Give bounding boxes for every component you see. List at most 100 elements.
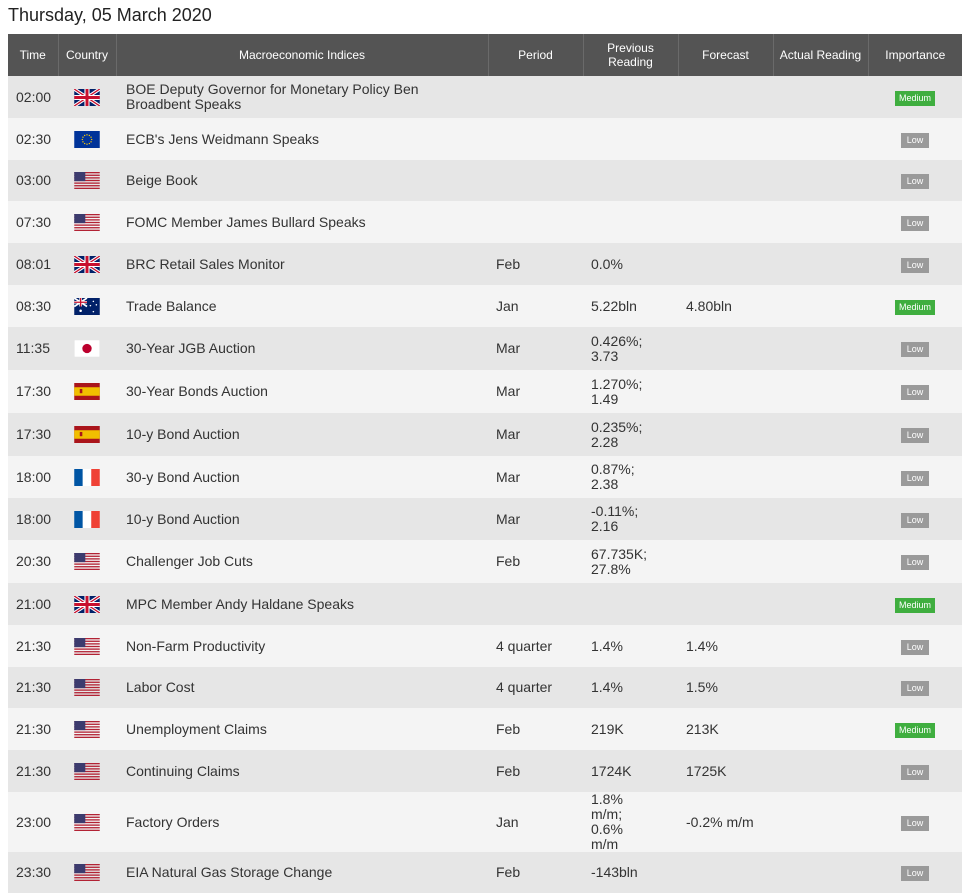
header-time: Time: [8, 34, 59, 76]
previous-value: 1.4%: [591, 679, 623, 695]
time-cell: 23:30: [8, 852, 58, 893]
country-cell: [58, 327, 116, 370]
importance-cell: Low: [868, 243, 962, 285]
forecast-cell: [678, 327, 773, 370]
event-label: Continuing Claims: [126, 762, 240, 779]
country-cell: [58, 285, 116, 327]
event-name: Trade Balance: [116, 285, 488, 327]
importance-cell: Low: [868, 118, 962, 160]
event-label: 30-y Bond Auction: [126, 468, 240, 485]
forecast-cell: 4.80bln: [678, 285, 773, 327]
country-cell: [58, 750, 116, 792]
au-flag-icon: [74, 297, 100, 315]
importance-badge: Low: [901, 385, 929, 400]
us-flag-icon: [74, 813, 100, 831]
importance-badge: Low: [901, 512, 929, 528]
actual-cell: [773, 852, 868, 893]
forecast-cell: [678, 540, 773, 583]
country-cell: [58, 76, 116, 118]
importance-badge: Low: [901, 470, 929, 486]
forecast-cell: [678, 243, 773, 285]
country-cell: [58, 201, 116, 243]
importance-cell: Low: [868, 327, 962, 370]
us-flag-icon: [74, 637, 100, 655]
importance-badge: Low: [901, 639, 929, 655]
previous-cell: [583, 160, 678, 201]
importance-cell: Medium: [868, 285, 962, 327]
forecast-cell: 1725K: [678, 750, 773, 792]
time-cell: 03:00: [8, 160, 58, 201]
previous-value: -0.11%; 2.16: [591, 503, 639, 534]
event-label: ECB's Jens Weidmann Speaks: [126, 130, 320, 147]
event-name: Labor Cost: [116, 667, 488, 708]
previous-cell: [583, 583, 678, 625]
country-cell: [58, 792, 116, 852]
actual-cell: [773, 498, 868, 540]
previous-cell: 0.0%: [583, 243, 678, 285]
previous-value: 0.87%; 2.38: [591, 461, 635, 492]
actual-cell: [773, 327, 868, 370]
country-cell: [58, 625, 116, 667]
importance-cell: Low: [868, 792, 962, 852]
period-cell: [488, 160, 583, 201]
previous-cell: 1.4%: [583, 625, 678, 667]
table-row: 18:00 10-y Bond Auction Mar -0.11%; 2.16 Low: [8, 498, 962, 540]
previous-cell: 0.426%; 3.73: [583, 327, 678, 370]
forecast-cell: [678, 160, 773, 201]
page-title: Thursday, 05 March 2020: [8, 5, 212, 25]
event-label: 30-Year JGB Auction: [126, 340, 256, 356]
importance-badge: Low: [901, 555, 929, 570]
actual-cell: [773, 118, 868, 160]
previous-cell: -143bln: [583, 852, 678, 893]
importance-cell: Low: [868, 456, 962, 498]
previous-cell: 1.270%; 1.49: [583, 370, 678, 413]
uk-flag-icon: [74, 255, 100, 273]
event-name: 30-Year JGB Auction: [116, 327, 488, 370]
actual-cell: [773, 583, 868, 625]
event-label: 30-Year Bonds Auction: [126, 383, 268, 399]
actual-cell: [773, 243, 868, 285]
us-flag-icon: [74, 720, 100, 738]
event-name: BRC Retail Sales Monitor: [116, 243, 488, 285]
importance-cell: Medium: [868, 583, 962, 625]
time-cell: 02:30: [8, 118, 58, 160]
event-name: Non-Farm Productivity: [116, 625, 488, 667]
event-label: Non-Farm Productivity: [126, 637, 266, 654]
event-name: ECB's Jens Weidmann Speaks: [116, 118, 488, 160]
table-row: 17:30 10-y Bond Auction Mar 0.235%; 2.28 Low: [8, 413, 962, 456]
actual-cell: [773, 370, 868, 413]
event-name: EIA Natural Gas Storage Change: [116, 852, 488, 893]
us-flag-icon: [74, 213, 100, 231]
importance-cell: Low: [868, 852, 962, 893]
actual-cell: [773, 201, 868, 243]
event-label: BRC Retail Sales Monitor: [126, 255, 285, 272]
event-name: Challenger Job Cuts: [116, 540, 488, 583]
actual-cell: [773, 456, 868, 498]
previous-cell: 0.87%; 2.38: [583, 456, 678, 498]
importance-badge: Low: [901, 764, 929, 780]
time-cell: 07:30: [8, 201, 58, 243]
importance-badge: Low: [901, 257, 929, 273]
country-cell: [58, 118, 116, 160]
event-label: BOE Deputy Governor for Monetary Policy …: [126, 81, 419, 112]
time-cell: 18:00: [8, 498, 58, 540]
time-cell: 21:30: [8, 750, 58, 792]
forecast-cell: [678, 852, 773, 893]
importance-badge: Medium: [894, 299, 935, 315]
period-cell: Feb: [488, 708, 583, 750]
period-cell: [488, 76, 583, 118]
time-cell: 21:00: [8, 583, 58, 625]
importance-cell: Low: [868, 498, 962, 540]
country-cell: [58, 370, 116, 413]
previous-value: 67.735K; 27.8%: [591, 545, 648, 577]
table-row: 21:30 Continuing Claims Feb 1724K 1725K Low: [8, 750, 962, 792]
importance-cell: Low: [868, 667, 962, 708]
event-name: BOE Deputy Governor for Monetary Policy …: [116, 76, 488, 118]
period-cell: Mar: [488, 370, 583, 413]
event-name: MPC Member Andy Haldane Speaks: [116, 583, 488, 625]
previous-value: 0.426%; 3.73: [591, 332, 643, 364]
country-cell: [58, 583, 116, 625]
fr-flag-icon: [74, 510, 100, 528]
previous-cell: [583, 76, 678, 118]
event-name: Beige Book: [116, 160, 488, 201]
